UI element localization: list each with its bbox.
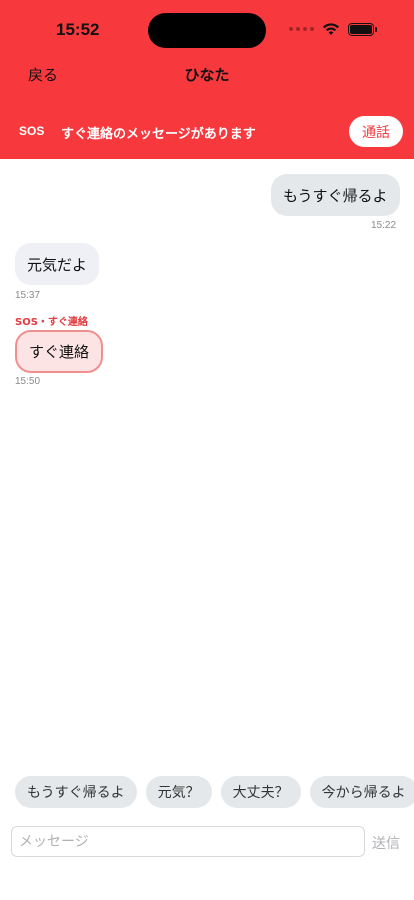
send-button[interactable]: 送信 bbox=[372, 833, 400, 853]
wifi-icon bbox=[323, 23, 339, 35]
quick-reply-chip[interactable]: 大丈夫？ bbox=[220, 776, 301, 808]
status-time: 15:52 bbox=[56, 20, 100, 39]
message-bubble-sos[interactable]: すぐ連絡 bbox=[15, 330, 104, 373]
call-button[interactable]: 通話 bbox=[349, 116, 403, 147]
cellular-dots-icon bbox=[289, 27, 314, 31]
dynamic-island bbox=[148, 13, 266, 48]
battery-icon bbox=[348, 22, 377, 36]
quick-reply-row: もうすぐ帰るよ 元気？ 大丈夫？ 今から帰るよ bbox=[15, 776, 414, 808]
quick-reply-chip[interactable]: もうすぐ帰るよ bbox=[15, 776, 137, 808]
chat-title: ひなた bbox=[184, 66, 230, 84]
sos-banner-message: すぐ連絡のメッセージがあります bbox=[61, 127, 256, 142]
sos-tag: SOS bbox=[19, 124, 45, 138]
status-icons bbox=[289, 22, 377, 36]
message-time: 15:50 bbox=[15, 376, 41, 387]
message-bubble-incoming[interactable]: 元気だよ bbox=[15, 243, 100, 285]
message-time: 15:37 bbox=[15, 290, 41, 301]
sos-message-label: SOS・すぐ連絡 bbox=[15, 317, 88, 328]
header-bar: 15:52 戻る ひなた SOS すぐ連絡のメッセージがあります 通話 bbox=[0, 0, 414, 159]
quick-reply-chip[interactable]: 今から帰るよ bbox=[309, 776, 414, 808]
quick-reply-chip[interactable]: 元気？ bbox=[145, 776, 212, 808]
message-bubble-outgoing[interactable]: もうすぐ帰るよ bbox=[271, 174, 400, 216]
message-time: 15:22 bbox=[371, 220, 397, 231]
message-input[interactable] bbox=[11, 826, 365, 857]
back-button[interactable]: 戻る bbox=[28, 64, 58, 85]
